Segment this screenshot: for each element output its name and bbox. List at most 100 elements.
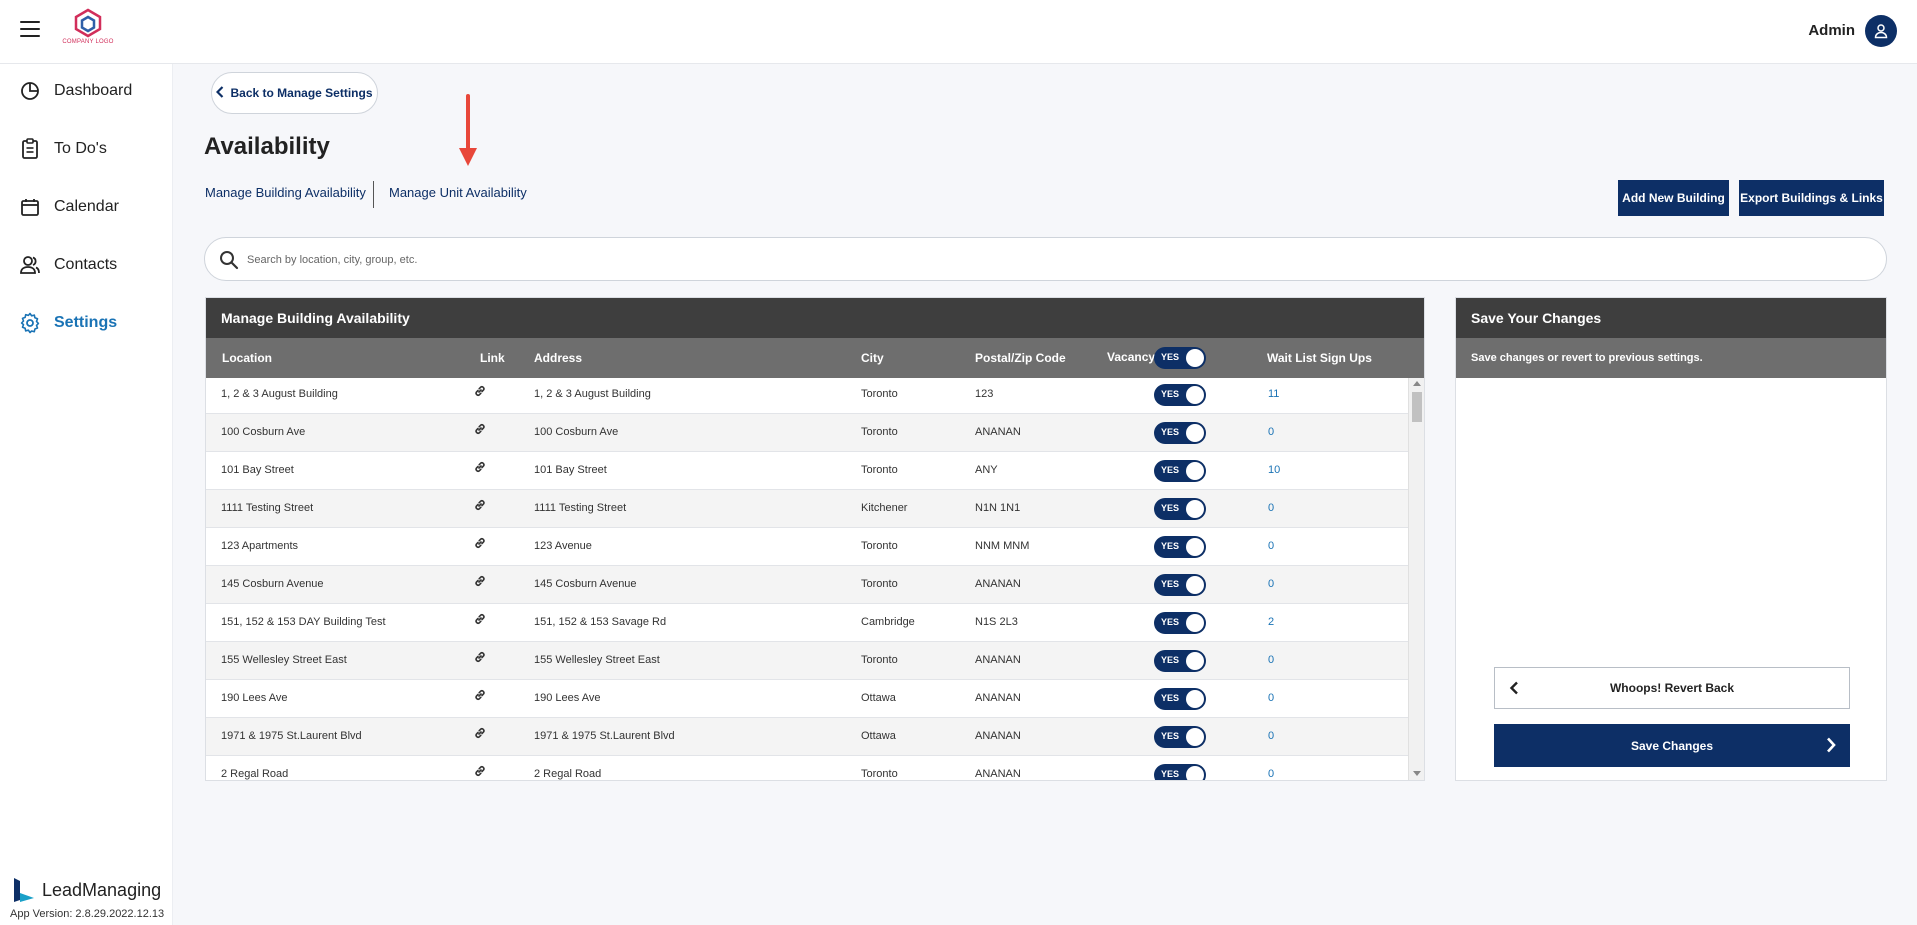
page-title: Availability: [204, 133, 330, 160]
vacancy-toggle[interactable]: YES: [1154, 536, 1206, 558]
toggle-knob: [1186, 728, 1204, 746]
hamburger-menu-icon[interactable]: [20, 21, 40, 39]
link-icon[interactable]: [473, 384, 487, 401]
vacancy-toggle[interactable]: YES: [1154, 422, 1206, 444]
scroll-down-icon[interactable]: [1413, 771, 1421, 776]
link-icon[interactable]: [473, 498, 487, 515]
toggle-knob: [1186, 424, 1204, 442]
row-address: 190 Lees Ave: [534, 692, 601, 704]
row-address: 101 Bay Street: [534, 464, 607, 476]
vacancy-toggle[interactable]: YES: [1154, 726, 1206, 748]
sidebar-item-calendar[interactable]: Calendar: [0, 187, 173, 227]
table-row: 2 Regal Road 2 Regal Road Toronto ANANAN YES…: [206, 756, 1408, 780]
link-icon[interactable]: [473, 460, 487, 477]
scroll-up-icon[interactable]: [1413, 381, 1421, 386]
link-icon[interactable]: [473, 650, 487, 667]
search-input[interactable]: [247, 249, 1847, 271]
row-waitlist-count[interactable]: 11: [1268, 388, 1279, 400]
link-icon[interactable]: [473, 574, 487, 591]
column-header-postal[interactable]: Postal/Zip Code: [975, 351, 1066, 365]
toggle-knob: [1186, 652, 1204, 670]
vacancy-toggle[interactable]: YES: [1154, 764, 1206, 780]
back-to-manage-settings-button[interactable]: Back to Manage Settings: [211, 72, 378, 114]
link-icon[interactable]: [473, 612, 487, 629]
vacancy-toggle[interactable]: YES: [1154, 384, 1206, 406]
row-city: Toronto: [861, 578, 898, 590]
sidebar-item-dashboard[interactable]: Dashboard: [0, 71, 173, 111]
save-changes-button[interactable]: Save Changes: [1494, 724, 1850, 767]
app-version: App Version: 2.8.29.2022.12.13: [10, 908, 165, 920]
vacancy-toggle[interactable]: YES: [1154, 612, 1206, 634]
link-icon[interactable]: [473, 764, 487, 780]
user-avatar-icon[interactable]: [1865, 15, 1897, 47]
link-icon[interactable]: [473, 536, 487, 553]
search-icon: [219, 250, 239, 275]
vacancy-toggle[interactable]: YES: [1154, 574, 1206, 596]
tab-manage-building-availability[interactable]: Manage Building Availability: [205, 185, 366, 200]
row-waitlist-count[interactable]: 0: [1268, 540, 1274, 552]
toggle-knob: [1186, 500, 1204, 518]
toggle-knob: [1186, 462, 1204, 480]
row-waitlist-count[interactable]: 0: [1268, 426, 1274, 438]
top-bar: COMPANY LOGO Admin: [0, 0, 1917, 64]
row-waitlist-count[interactable]: 2: [1268, 616, 1274, 628]
toggle-label: YES: [1161, 655, 1180, 665]
row-city: Toronto: [861, 426, 898, 438]
row-address: 1971 & 1975 St.Laurent Blvd: [534, 730, 675, 742]
link-icon[interactable]: [473, 688, 487, 705]
row-city: Toronto: [861, 654, 898, 666]
back-button-label: Back to Manage Settings: [230, 86, 373, 100]
red-arrow-annotation-icon: [457, 94, 479, 175]
toggle-knob: [1186, 690, 1204, 708]
column-header-address[interactable]: Address: [534, 351, 582, 365]
row-location: 2 Regal Road: [221, 768, 289, 780]
column-header-city[interactable]: City: [861, 351, 884, 365]
toggle-knob: [1186, 766, 1204, 780]
row-waitlist-count[interactable]: 0: [1268, 768, 1274, 780]
row-waitlist-count[interactable]: 0: [1268, 502, 1274, 514]
row-location: 190 Lees Ave: [221, 692, 288, 704]
export-buildings-links-button[interactable]: Export Buildings & Links: [1739, 180, 1884, 216]
add-new-building-button[interactable]: Add New Building: [1618, 180, 1729, 216]
row-postal: NNM MNM: [975, 540, 1030, 552]
table-row: 1111 Testing Street 1111 Testing Street Ki…: [206, 490, 1408, 528]
table-body: 2 Regal Road 2 Regal Road Toronto ANANAN YES…: [206, 378, 1424, 780]
sidebar-item-settings[interactable]: Settings: [0, 303, 173, 343]
row-waitlist-count[interactable]: 0: [1268, 692, 1274, 704]
sidebar-item-todos[interactable]: To Do's: [0, 129, 173, 169]
vacancy-toggle[interactable]: YES: [1154, 460, 1206, 482]
column-header-location[interactable]: Location: [222, 351, 272, 365]
column-header-link: Link: [480, 351, 505, 365]
column-header-vacancy: Vacancy: [1107, 350, 1156, 364]
row-waitlist-count[interactable]: 0: [1268, 578, 1274, 590]
row-location: 101 Bay Street: [221, 464, 294, 476]
toggle-knob: [1186, 576, 1204, 594]
row-waitlist-count[interactable]: 10: [1268, 464, 1280, 476]
scroll-thumb[interactable]: [1412, 392, 1422, 422]
column-header-waitlist[interactable]: Wait List Sign Ups: [1267, 351, 1372, 365]
vacancy-toggle[interactable]: YES: [1154, 688, 1206, 710]
vacancy-all-toggle[interactable]: YES: [1154, 347, 1206, 369]
row-city: Toronto: [861, 464, 898, 476]
company-logo[interactable]: COMPANY LOGO: [58, 8, 118, 54]
panel-title: Manage Building Availability: [206, 298, 1424, 338]
table-scrollbar[interactable]: [1408, 378, 1424, 780]
row-address: 1, 2 & 3 August Building: [534, 388, 651, 400]
row-waitlist-count[interactable]: 0: [1268, 730, 1274, 742]
revert-back-button[interactable]: Whoops! Revert Back: [1494, 667, 1850, 709]
table-row: 101 Bay Street 101 Bay Street Toronto ANY YE…: [206, 452, 1408, 490]
chevron-right-icon: [1826, 737, 1836, 756]
save-button-label: Save Changes: [1630, 738, 1714, 753]
row-waitlist-count[interactable]: 0: [1268, 654, 1274, 666]
row-location: 145 Cosburn Avenue: [221, 578, 324, 590]
sidebar-item-contacts[interactable]: Contacts: [0, 245, 173, 285]
row-address: 2 Regal Road: [534, 768, 602, 780]
vacancy-toggle[interactable]: YES: [1154, 650, 1206, 672]
vacancy-toggle[interactable]: YES: [1154, 498, 1206, 520]
tab-manage-unit-availability[interactable]: Manage Unit Availability: [389, 185, 527, 200]
table-row: 145 Cosburn Avenue 145 Cosburn Avenue Toro…: [206, 566, 1408, 604]
user-name[interactable]: Admin: [1808, 22, 1855, 39]
link-icon[interactable]: [473, 422, 487, 439]
toggle-label: YES: [1161, 579, 1180, 589]
link-icon[interactable]: [473, 726, 487, 743]
